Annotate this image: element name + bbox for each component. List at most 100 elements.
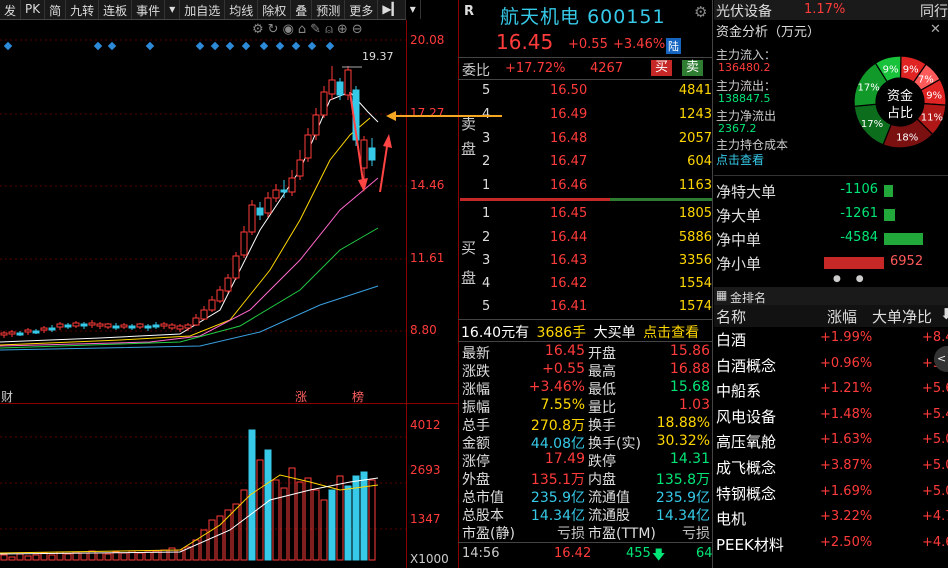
candle-body[interactable] <box>64 324 72 328</box>
candle-body[interactable] <box>160 323 168 327</box>
event-diamond-marker[interactable] <box>325 41 335 51</box>
event-diamond-marker[interactable] <box>195 41 205 51</box>
event-diamond-marker[interactable] <box>259 41 269 51</box>
settings-icon[interactable]: ⚙ <box>694 3 707 21</box>
toolbar-item-chuquan[interactable]: 除权 <box>258 0 292 19</box>
ranking-row[interactable]: 中船系 +1.21% +5.6 <box>714 378 948 403</box>
event-diamond-marker[interactable] <box>3 41 13 51</box>
ranking-tab-icon[interactable]: ▦ <box>716 288 727 302</box>
candle-body[interactable] <box>304 134 312 159</box>
toolbar-item-add-watchlist[interactable]: 加自选 <box>180 0 226 19</box>
pager-dots[interactable]: ● ● <box>833 274 870 284</box>
toolbar-item-lianban[interactable]: 连板 <box>99 0 133 19</box>
candle-body[interactable] <box>152 324 160 328</box>
ranking-tab[interactable]: 金排名 <box>730 289 766 306</box>
candle-body[interactable] <box>312 114 320 136</box>
ask-level-row[interactable]: 5 16.50 4841 <box>462 80 712 104</box>
toolbar-item-jiuzhuan[interactable]: 九转 <box>66 0 100 19</box>
ranking-row[interactable]: PEEK材料 +2.50% +4.6 <box>714 532 948 557</box>
event-diamond-marker[interactable] <box>145 41 155 51</box>
candle-body[interactable] <box>280 189 288 193</box>
candle-body[interactable] <box>72 322 80 327</box>
candle-body[interactable] <box>216 289 224 302</box>
event-diamond-marker[interactable] <box>225 41 235 51</box>
bid-level-row[interactable]: 5 16.41 1574 <box>462 296 712 320</box>
candle-body[interactable] <box>288 177 296 193</box>
candle-body[interactable] <box>200 309 208 320</box>
settings-icon[interactable]: ⚙ <box>252 22 268 37</box>
ranking-row[interactable]: 高压氧舱 +1.63% +5.0 <box>714 429 948 454</box>
ranking-col-name[interactable]: 名称 <box>716 306 746 327</box>
candle-body[interactable] <box>296 159 304 177</box>
candle-body[interactable] <box>144 325 152 329</box>
candle-body[interactable] <box>8 331 16 335</box>
candle-body[interactable] <box>272 189 280 199</box>
toolbar-item-fa[interactable]: 发 <box>0 0 22 19</box>
candle-body[interactable] <box>168 324 176 329</box>
sector-header[interactable]: 光伏设备 1.17% 同行 <box>714 0 948 20</box>
toolbar-expand-icon[interactable]: ▶▎ <box>378 0 406 19</box>
bid-level-row[interactable]: 1 16.45 1805 <box>462 203 712 227</box>
candle-body[interactable] <box>184 324 192 329</box>
candle-body[interactable] <box>40 327 48 331</box>
candle-body[interactable] <box>104 323 112 328</box>
candle-body[interactable] <box>240 231 248 256</box>
big-order-view-link[interactable]: 点击查看 <box>643 325 699 341</box>
event-diamond-marker[interactable] <box>107 41 117 51</box>
event-diamond-marker[interactable] <box>210 41 220 51</box>
ranking-row[interactable]: 白酒 +1.99% +8.4 <box>714 327 948 352</box>
candle-body[interactable] <box>88 322 96 326</box>
kline-chart[interactable] <box>0 20 406 568</box>
candle-body[interactable] <box>136 323 144 328</box>
candle-body[interactable] <box>336 81 344 96</box>
event-diamond-marker[interactable] <box>291 41 301 51</box>
holding-cost-link[interactable]: 点击查看 <box>716 151 764 168</box>
event-diamond-marker[interactable] <box>93 41 103 51</box>
buy-button[interactable]: 买 <box>651 60 673 76</box>
candle-body[interactable] <box>256 207 264 216</box>
event-diamond-marker[interactable] <box>307 41 317 51</box>
event-diamond-marker[interactable] <box>275 41 285 51</box>
candle-body[interactable] <box>264 197 272 214</box>
ranking-row[interactable]: 电机 +3.22% +4.7 <box>714 506 948 531</box>
ranking-row[interactable]: 特钢概念 +1.69% +5.0 <box>714 481 948 506</box>
draw-icon[interactable]: ✎ <box>310 22 325 37</box>
candle-body[interactable] <box>120 324 128 328</box>
candle-body[interactable] <box>192 317 200 326</box>
bid-level-row[interactable]: 3 16.43 3356 <box>462 250 712 274</box>
bid-level-row[interactable]: 4 16.42 1554 <box>462 273 712 297</box>
candle-body[interactable] <box>24 329 32 333</box>
event-diamond-marker[interactable] <box>241 41 251 51</box>
candle-body[interactable] <box>176 325 184 330</box>
basket-icon[interactable]: ⌂ <box>298 22 310 37</box>
candle-body[interactable] <box>344 69 352 96</box>
zoom-in-icon[interactable]: ⊕ <box>337 22 352 37</box>
sort-desc-icon[interactable]: ⬇ <box>940 305 948 323</box>
peer-tab[interactable]: 同行 <box>920 1 948 21</box>
candle-body[interactable] <box>320 91 328 116</box>
sell-button[interactable]: 卖 <box>682 60 704 76</box>
candle-body[interactable] <box>224 277 232 292</box>
ranking-col-change[interactable]: 涨幅 <box>827 306 857 327</box>
candle-body[interactable] <box>96 323 104 327</box>
candle-body[interactable] <box>16 332 24 336</box>
candle-body[interactable] <box>360 139 368 169</box>
bid-level-row[interactable]: 2 16.44 5886 <box>462 227 712 251</box>
ask-level-row[interactable]: 2 16.47 604 <box>462 151 712 175</box>
zoom-out-icon[interactable]: ⊖ <box>352 22 367 37</box>
ranking-row[interactable]: 风电设备 +1.48% +5.4 <box>714 404 948 429</box>
eye-icon[interactable]: ◉ <box>283 22 298 37</box>
toolbar-item-jian[interactable]: 简 <box>45 0 67 19</box>
candle-body[interactable] <box>56 323 64 328</box>
ask-level-row[interactable]: 3 16.48 2057 <box>462 128 712 152</box>
toolbar-item-forecast[interactable]: 预测 <box>312 0 346 19</box>
toolbar-item-overlay[interactable]: 叠 <box>291 0 313 19</box>
close-icon[interactable]: ✕ <box>930 22 941 37</box>
lock-icon[interactable]: ⍝ <box>325 22 337 37</box>
ranking-row[interactable]: 成飞概念 +3.87% +5.0 <box>714 455 948 480</box>
candle-body[interactable] <box>80 323 88 327</box>
candle-body[interactable] <box>0 332 8 336</box>
candle-body[interactable] <box>112 325 120 329</box>
candle-body[interactable] <box>368 147 376 161</box>
candle-body[interactable] <box>48 327 56 331</box>
